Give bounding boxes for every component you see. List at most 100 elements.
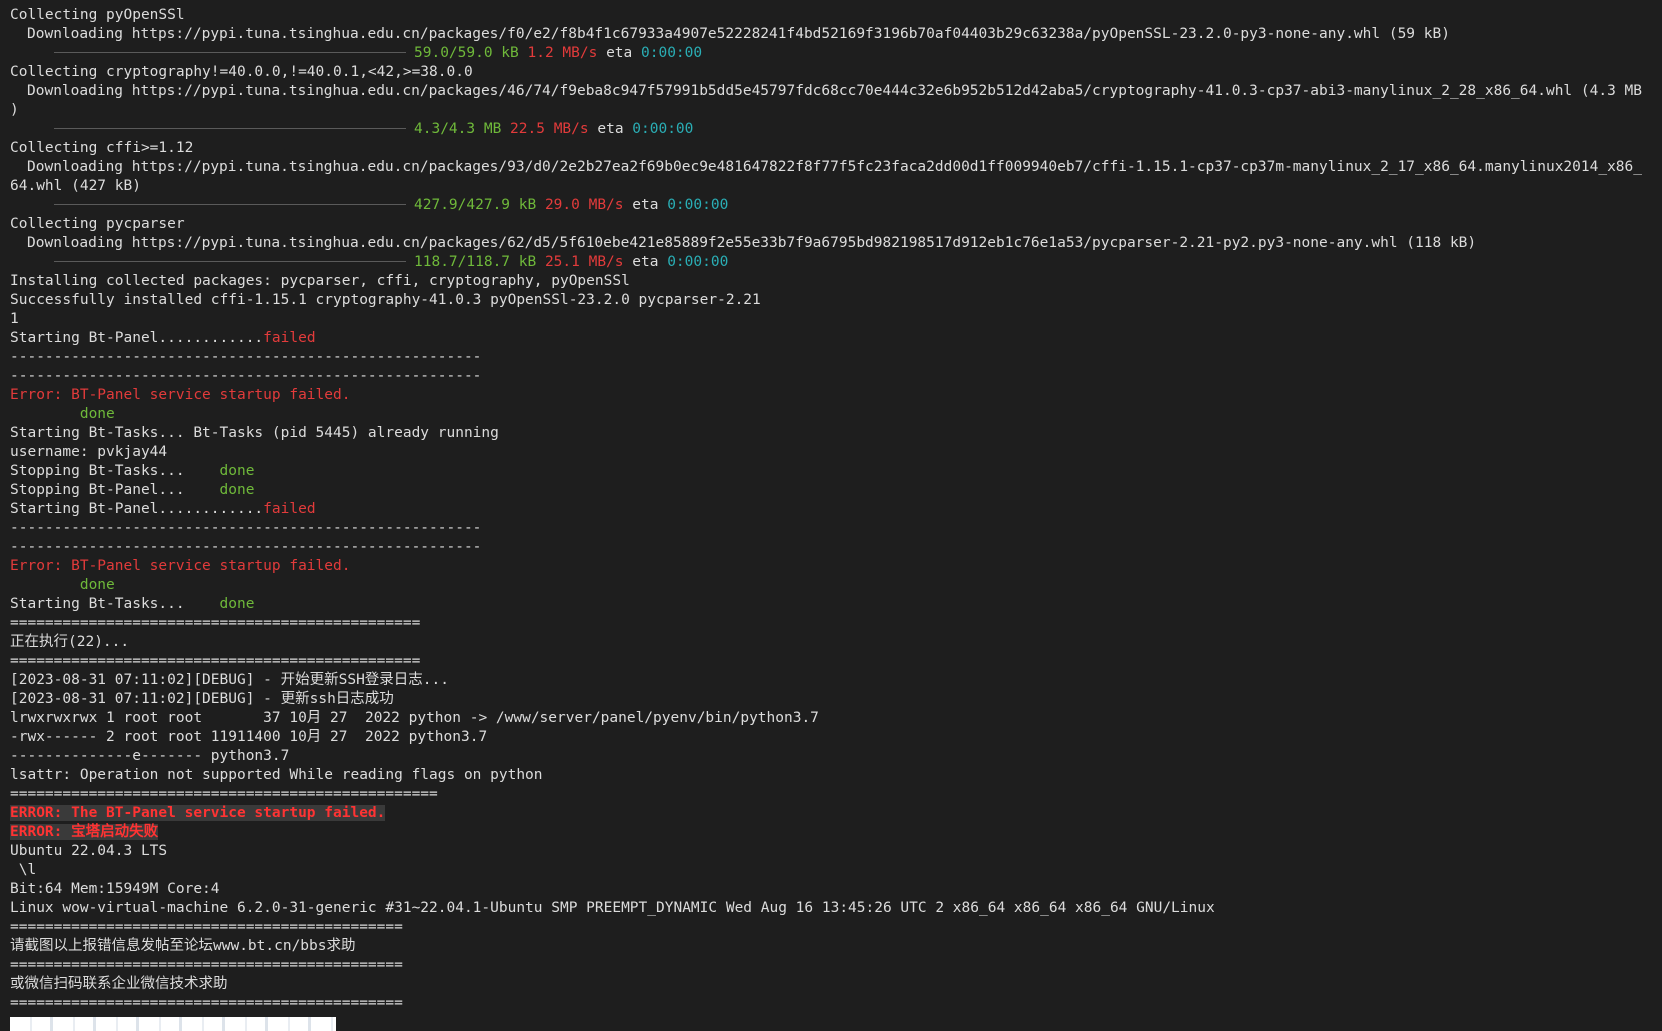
qr-code-image [10, 1017, 336, 1031]
terminal-line: 或微信扫码联系企业微信技术求助 [10, 975, 1654, 994]
line-segment [536, 254, 545, 270]
line-segment: ========================================… [10, 995, 403, 1011]
line-segment: \l [10, 862, 37, 878]
line-segment: Linux wow-virtual-machine 6.2.0-31-gener… [10, 900, 1215, 916]
line-segment: lsattr: Operation not supported While re… [10, 767, 543, 783]
line-segment: Downloading https://pypi.tuna.tsinghua.e… [27, 235, 1477, 251]
line-segment: failed [263, 501, 316, 517]
terminal-line: Installing collected packages: pycparser… [10, 272, 1654, 291]
terminal-line: ----------------------------------------… [10, 348, 1654, 367]
line-segment: Successfully installed cffi-1.15.1 crypt… [10, 292, 761, 308]
terminal-line: -rwx------ 2 root root 11911400 10月 27 2… [10, 728, 1654, 747]
line-segment: ) [10, 102, 19, 118]
terminal-line: Ubuntu 22.04.3 LTS [10, 842, 1654, 861]
terminal-line: ========================================… [10, 918, 1654, 937]
terminal-line: [2023-08-31 07:11:02][DEBUG] - 开始更新SSH登录… [10, 671, 1654, 690]
terminal-line: Linux wow-virtual-machine 6.2.0-31-gener… [10, 899, 1654, 918]
terminal-line: Collecting pycparser [10, 215, 1654, 234]
terminal-line: Stopping Bt-Panel... done [10, 481, 1654, 500]
line-segment: username: pvkjay44 [10, 444, 168, 460]
terminal-line: ========================================… [10, 652, 1654, 671]
line-segment: Installing collected packages: pycparser… [10, 273, 630, 289]
progress-line: 427.9/427.9 kB 29.0 MB/s eta 0:00:00 [10, 196, 1654, 215]
terminal-line: ERROR: 宝塔启动失败 [10, 823, 1654, 842]
line-segment: done [10, 577, 115, 593]
line-segment: Downloading https://pypi.tuna.tsinghua.e… [27, 26, 1450, 42]
terminal-line: Collecting cryptography!=40.0.0,!=40.0.1… [10, 63, 1654, 82]
line-segment: eta [623, 197, 668, 213]
line-segment: [2023-08-31 07:11:02][DEBUG] - 更新ssh日志成功 [10, 691, 394, 707]
line-segment: Error: BT-Panel service startup failed. [10, 387, 351, 403]
terminal-line: ========================================… [10, 956, 1654, 975]
line-segment: ========================================… [10, 957, 403, 973]
terminal-output[interactable]: Collecting pyOpenSSl Downloading https://… [10, 6, 1654, 1031]
line-segment: 正在执行(22)... [10, 634, 130, 650]
terminal-line: ----------------------------------------… [10, 367, 1654, 386]
terminal-line: done [10, 576, 1654, 595]
progress-bar [54, 51, 406, 53]
terminal-line: ----------------------------------------… [10, 519, 1654, 538]
terminal-line: Starting Bt-Tasks... done [10, 595, 1654, 614]
line-segment [536, 197, 545, 213]
terminal-line: [2023-08-31 07:11:02][DEBUG] - 更新ssh日志成功 [10, 690, 1654, 709]
line-segment: ========================================… [10, 919, 403, 935]
terminal-line: lsattr: Operation not supported While re… [10, 766, 1654, 785]
line-segment: 1 [10, 311, 19, 327]
terminal-line: Downloading https://pypi.tuna.tsinghua.e… [10, 234, 1654, 253]
line-segment: --------------e------- python3.7 [10, 748, 290, 764]
terminal-line: ========================================… [10, 614, 1654, 633]
terminal-line: Downloading https://pypi.tuna.tsinghua.e… [10, 25, 1654, 44]
line-segment: 25.1 MB/s [544, 254, 624, 270]
line-segment [519, 45, 528, 61]
terminal-line: 64.whl (427 kB) [10, 177, 1654, 196]
terminal-line: ERROR: The BT-Panel service startup fail… [10, 804, 1654, 823]
line-segment: Starting Bt-Tasks... [10, 596, 220, 612]
terminal-line: --------------e------- python3.7 [10, 747, 1654, 766]
terminal-line: 正在执行(22)... [10, 633, 1654, 652]
line-segment: ----------------------------------------… [10, 520, 482, 536]
line-segment: Bit:64 Mem:15949M Core:4 [10, 881, 220, 897]
line-segment: ----------------------------------------… [10, 349, 482, 365]
progress-line: 118.7/118.7 kB 25.1 MB/s eta 0:00:00 [10, 253, 1654, 272]
line-segment: failed [263, 330, 316, 346]
line-segment: ========================================… [10, 615, 421, 631]
terminal-line: Successfully installed cffi-1.15.1 crypt… [10, 291, 1654, 310]
terminal-line: Collecting cffi>=1.12 [10, 139, 1654, 158]
line-segment: Collecting pycparser [10, 216, 185, 232]
line-segment: Collecting pyOpenSSl [10, 7, 185, 23]
line-segment: Starting Bt-Panel............ [10, 330, 264, 346]
progress-bar [54, 127, 406, 129]
line-segment: Stopping Bt-Tasks... [10, 463, 220, 479]
terminal-line: username: pvkjay44 [10, 443, 1654, 462]
line-segment: done [219, 463, 255, 479]
line-segment: ----------------------------------------… [10, 539, 482, 555]
terminal-line: \l [10, 861, 1654, 880]
line-segment: ========================================… [10, 786, 438, 802]
line-segment: 1.2 MB/s [527, 45, 598, 61]
line-segment: 59.0/59.0 kB [414, 45, 519, 61]
line-segment: Starting Bt-Tasks... Bt-Tasks (pid 5445)… [10, 425, 499, 441]
line-segment: ========================================… [10, 653, 421, 669]
terminal-line: lrwxrwxrwx 1 root root 37 10月 27 2022 py… [10, 709, 1654, 728]
line-segment: -rwx------ 2 root root 11911400 10月 27 2… [10, 729, 488, 745]
line-segment: eta [623, 254, 668, 270]
terminal-line: ) [10, 101, 1654, 120]
terminal-line: Downloading https://pypi.tuna.tsinghua.e… [10, 158, 1654, 177]
line-segment: done [219, 482, 255, 498]
line-segment: Stopping Bt-Panel... [10, 482, 220, 498]
terminal-line: 请截图以上报错信息发帖至论坛www.bt.cn/bbs求助 [10, 937, 1654, 956]
line-segment: done [10, 406, 115, 422]
line-segment: 4.3/4.3 MB [414, 121, 502, 137]
line-segment: 0:00:00 [641, 45, 703, 61]
line-segment: 0:00:00 [632, 121, 694, 137]
line-segment: [2023-08-31 07:11:02][DEBUG] - 开始更新SSH登录… [10, 672, 449, 688]
line-segment: 0:00:00 [667, 254, 729, 270]
progress-line: 59.0/59.0 kB 1.2 MB/s eta 0:00:00 [10, 44, 1654, 63]
line-segment: ----------------------------------------… [10, 368, 482, 384]
terminal-line: Bit:64 Mem:15949M Core:4 [10, 880, 1654, 899]
progress-bar [54, 203, 406, 205]
terminal-line: Stopping Bt-Tasks... done [10, 462, 1654, 481]
line-segment: 29.0 MB/s [544, 197, 624, 213]
line-segment: Downloading https://pypi.tuna.tsinghua.e… [27, 83, 1643, 99]
line-segment: Starting Bt-Panel............ [10, 501, 264, 517]
